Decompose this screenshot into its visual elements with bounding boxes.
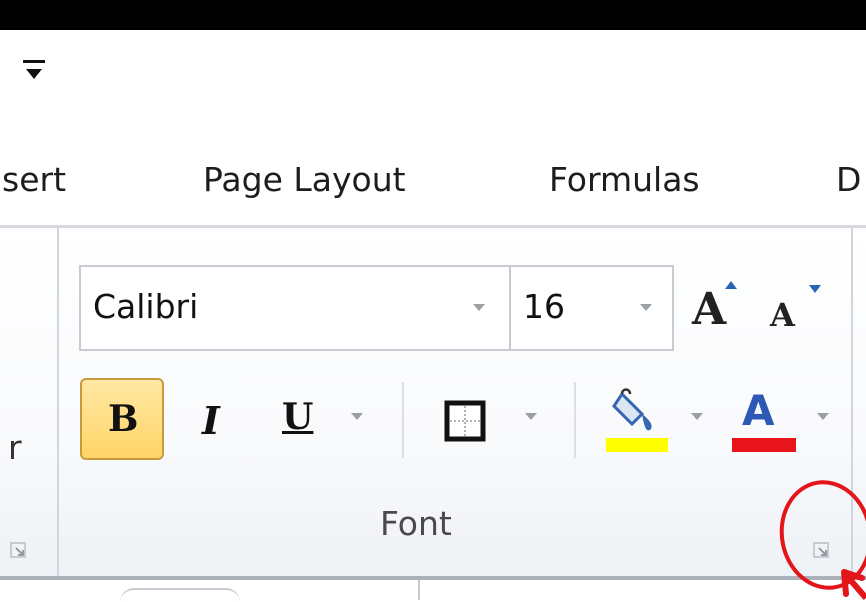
formula-bar-separator [418, 580, 420, 600]
separator [574, 382, 576, 458]
title-bar [0, 30, 866, 130]
shrink-font-icon: A [770, 296, 795, 334]
underline-button[interactable]: U [264, 380, 330, 458]
group-separator [851, 228, 853, 578]
tab-page-layout[interactable]: Page Layout [203, 160, 406, 199]
previous-group-stub-text: r [8, 428, 22, 467]
font-color-dropdown-icon[interactable] [816, 412, 830, 422]
borders-button[interactable] [436, 392, 496, 452]
tab-formulas[interactable]: Formulas [549, 160, 700, 199]
font-color-button[interactable]: A [730, 382, 802, 458]
font-group-label: Font [380, 504, 452, 543]
borders-icon [444, 400, 486, 442]
bold-button[interactable]: B [80, 378, 164, 460]
group-separator [57, 228, 59, 578]
bold-icon: B [108, 398, 139, 440]
arrow-up-icon [725, 281, 737, 289]
underline-icon: U [282, 396, 314, 438]
separator [402, 382, 404, 458]
chevron-down-icon[interactable] [472, 303, 486, 313]
font-dialog-launcher-icon[interactable] [812, 541, 830, 559]
fill-color-dropdown-icon[interactable] [690, 412, 704, 422]
ribbon-tabs-row [0, 130, 866, 225]
font-name-combo[interactable]: Calibri [79, 265, 511, 351]
font-color-swatch [732, 438, 796, 452]
grow-font-icon: A [692, 284, 727, 335]
underline-dropdown-icon[interactable] [350, 412, 364, 422]
fill-color-swatch [606, 438, 668, 452]
font-size-combo[interactable]: 16 [509, 265, 674, 351]
italic-icon: I [202, 398, 220, 443]
arrow-down-icon [809, 285, 821, 293]
tab-data[interactable]: D [836, 160, 861, 199]
grow-font-button[interactable]: A [686, 274, 748, 342]
font-name-value: Calibri [93, 287, 199, 326]
font-size-value: 16 [523, 287, 565, 326]
italic-button[interactable]: I [184, 380, 250, 458]
tab-insert[interactable]: sert [2, 160, 66, 199]
dialog-launcher-icon[interactable] [9, 541, 27, 559]
borders-dropdown-icon[interactable] [524, 412, 538, 422]
fill-color-button[interactable] [600, 382, 676, 458]
window-top-edge [0, 0, 866, 30]
shrink-font-button[interactable]: A [764, 280, 834, 342]
paint-bucket-icon [612, 388, 652, 431]
font-color-icon: A [742, 386, 775, 435]
customize-quick-access-dropdown-icon[interactable] [21, 56, 47, 84]
chevron-down-icon[interactable] [639, 303, 653, 313]
